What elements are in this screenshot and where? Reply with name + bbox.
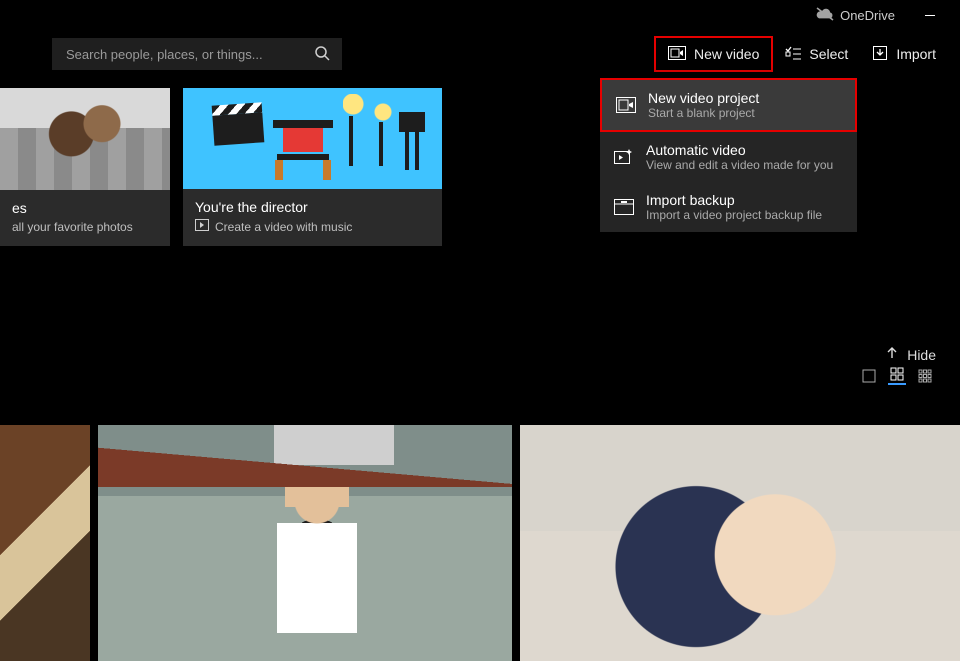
toolbar: New video Select Import [0, 30, 960, 78]
feature-card-director[interactable]: You're the director Create a video with … [183, 88, 442, 246]
new-video-button[interactable]: New video [654, 36, 773, 72]
onedrive-status[interactable]: OneDrive [816, 7, 895, 24]
view-mode-row [0, 363, 960, 385]
video-icon [195, 219, 209, 234]
onedrive-label: OneDrive [840, 8, 895, 23]
import-label: Import [896, 46, 936, 62]
photo-thumbnail[interactable] [98, 425, 512, 661]
card-title: You're the director [195, 199, 430, 215]
magic-video-icon [614, 147, 634, 167]
dropdown-item-title: Automatic video [646, 142, 833, 158]
cloud-off-icon [816, 7, 834, 24]
clapperboard-icon [212, 102, 265, 145]
search-icon [314, 45, 330, 64]
video-project-icon [616, 95, 636, 115]
dropdown-item-subtitle: Start a blank project [648, 106, 759, 120]
photo-gallery [0, 425, 960, 661]
import-backup-icon [614, 197, 634, 217]
select-label: Select [809, 46, 848, 62]
video-project-icon [668, 46, 686, 63]
dropdown-item-subtitle: Import a video project backup file [646, 208, 822, 222]
photo-thumbnail[interactable] [0, 425, 90, 661]
card-title: es [12, 200, 158, 216]
feature-card-favorites[interactable]: es all your favorite photos [0, 88, 170, 246]
checklist-icon [785, 46, 801, 63]
hide-section-toggle[interactable]: Hide [0, 346, 960, 363]
card-subtitle: Create a video with music [215, 220, 352, 234]
card-image [183, 88, 442, 189]
search-input[interactable] [64, 46, 304, 63]
view-grid-2x2-button[interactable] [888, 367, 906, 385]
import-button[interactable]: Import [860, 36, 948, 72]
view-grid-3x3-button[interactable] [916, 367, 934, 385]
hide-label: Hide [907, 347, 936, 363]
view-single-button[interactable] [860, 367, 878, 385]
titlebar: OneDrive [0, 0, 960, 30]
card-image [0, 88, 170, 190]
new-video-dropdown: New video project Start a blank project … [600, 78, 857, 232]
arrow-up-icon [885, 346, 899, 363]
dropdown-item-subtitle: View and edit a video made for you [646, 158, 833, 172]
photo-thumbnail[interactable] [520, 425, 960, 661]
dropdown-item-import-backup[interactable]: Import backup Import a video project bac… [600, 182, 857, 232]
dropdown-item-automatic[interactable]: Automatic video View and edit a video ma… [600, 132, 857, 182]
card-subtitle: all your favorite photos [12, 220, 158, 234]
select-button[interactable]: Select [773, 36, 860, 72]
minimize-button[interactable] [907, 0, 952, 30]
import-icon [872, 45, 888, 64]
search-box[interactable] [52, 38, 342, 70]
dropdown-item-title: New video project [648, 90, 759, 106]
dropdown-item-title: Import backup [646, 192, 822, 208]
dropdown-item-new-project[interactable]: New video project Start a blank project [600, 78, 857, 132]
new-video-label: New video [694, 46, 759, 62]
